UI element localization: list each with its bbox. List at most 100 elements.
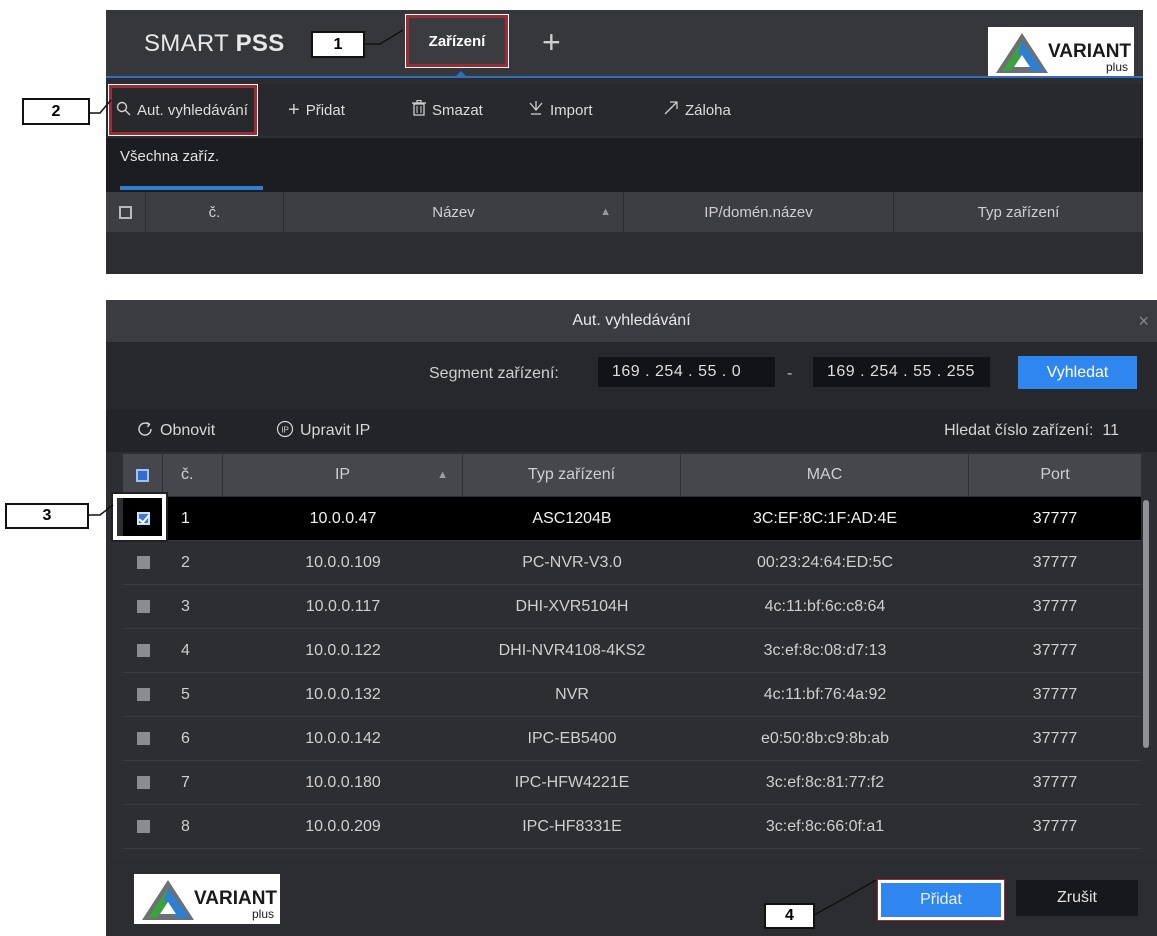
col-device-type[interactable]: Typ zařízení <box>894 192 1143 232</box>
tab-all-devices[interactable]: Všechna zaříz. <box>120 148 219 165</box>
row-checkbox[interactable] <box>123 541 163 584</box>
callout-4: 4 <box>764 903 815 929</box>
col-port[interactable]: Port <box>969 454 1141 496</box>
cell-no: 8 <box>181 817 190 835</box>
tab-underline <box>106 76 1143 78</box>
segment-to-input[interactable]: 169 . 254 . 55 . 255 <box>813 357 990 387</box>
toolbar: Aut. vyhledávání + Přidat Smazat Import … <box>106 84 1143 136</box>
cell-no: 7 <box>181 773 190 791</box>
checkbox-icon <box>136 644 150 657</box>
dialog-footer: VARIANT plus Přidat Zrušit <box>106 860 1157 936</box>
refresh-icon <box>136 420 154 443</box>
add-tab-button[interactable]: + <box>542 26 561 58</box>
search-results-header: č. IP ▲ Typ zařízení MAC Port <box>123 454 1141 496</box>
tab-indicator <box>455 71 467 77</box>
checkbox-icon <box>136 732 150 745</box>
select-all-checkbox[interactable] <box>106 192 146 232</box>
cell-mac: e0:50:8b:c9:8b:ab <box>760 729 890 747</box>
cell-mac: 3C:EF:8C:1F:AD:4E <box>752 509 898 527</box>
svg-text:IP: IP <box>281 425 289 434</box>
col-name[interactable]: Název ▲ <box>284 192 624 232</box>
dialog-title-bar: Aut. vyhledávání × <box>106 300 1157 342</box>
table-row[interactable]: 1 10.0.0.47 ASC1204B 3C:EF:8C:1F:AD:4E 37777 <box>123 497 1141 540</box>
cell-ip: 10.0.0.122 <box>305 641 381 659</box>
row-checkbox[interactable] <box>123 629 163 672</box>
col-ip[interactable]: IP ▲ <box>223 454 463 496</box>
delete-button[interactable]: Smazat <box>412 84 483 136</box>
cell-port: 37777 <box>1032 641 1078 659</box>
checkbox-highlight <box>111 492 168 542</box>
cell-type: DHI-NVR4108-4KS2 <box>498 641 646 659</box>
trash-icon <box>412 99 426 120</box>
checkbox-icon <box>136 776 150 789</box>
backup-label: Záloha <box>685 101 731 119</box>
cancel-button[interactable]: Zrušit <box>1016 880 1138 916</box>
row-checkbox[interactable] <box>123 717 163 760</box>
table-row[interactable]: 5 10.0.0.132 NVR 4c:11:bf:76:4a:92 37777 <box>123 673 1141 716</box>
cell-type: IPC-HFW4221E <box>514 773 630 791</box>
app-title: SMART PSS <box>144 30 285 57</box>
table-row[interactable]: 4 10.0.0.122 DHI-NVR4108-4KS2 3c:ef:8c:08:d… <box>123 629 1141 672</box>
variant-plus-logo: VARIANT plus <box>134 874 280 924</box>
delete-label: Smazat <box>432 101 483 119</box>
add-selected-label: Přidat <box>920 891 962 908</box>
title-bar: SMART PSS Zařízení + VARIANT plus <box>106 10 1143 77</box>
checkbox-icon <box>136 600 150 613</box>
variant-plus-logo: VARIANT plus <box>988 27 1134 77</box>
device-table-header: č. Název ▲ IP/domén.název Typ zařízení <box>106 192 1143 232</box>
cell-type: IPC-HF8331E <box>522 817 622 835</box>
refresh-button[interactable]: Obnovit <box>136 410 215 452</box>
cell-ip: 10.0.0.47 <box>309 509 377 527</box>
backup-button[interactable]: Záloha <box>663 84 731 136</box>
cell-port: 37777 <box>1032 597 1078 615</box>
table-row[interactable]: 7 10.0.0.180 IPC-HFW4221E 3c:ef:8c:81:77:f2… <box>123 761 1141 804</box>
cell-port: 37777 <box>1032 685 1078 703</box>
ip-icon: IP <box>276 420 294 443</box>
checkbox-icon <box>136 820 150 833</box>
segment-dash: - <box>787 365 793 382</box>
cell-no: 3 <box>181 597 190 615</box>
import-button[interactable]: Import <box>528 84 593 136</box>
svg-text:VARIANT: VARIANT <box>1048 41 1131 62</box>
search-results-list: 1 10.0.0.47 ASC1204B 3C:EF:8C:1F:AD:4E 37777… <box>123 497 1141 863</box>
close-icon[interactable]: × <box>1138 311 1149 332</box>
plus-icon: + <box>288 98 300 121</box>
cell-ip: 10.0.0.209 <box>305 817 381 835</box>
col-no[interactable]: č. <box>146 192 284 232</box>
add-button[interactable]: + Přidat <box>288 84 345 136</box>
found-count-text: Hledat číslo zařízení: 11 <box>944 422 1119 439</box>
cell-port: 37777 <box>1032 553 1078 571</box>
dialog-action-row: Obnovit IP Upravit IP Hledat číslo zaříz… <box>106 410 1157 452</box>
scrollbar-thumb[interactable] <box>1143 500 1149 748</box>
dialog-title: Aut. vyhledávání <box>572 312 691 329</box>
col-ip-domain[interactable]: IP/domén.název <box>624 192 894 232</box>
table-row[interactable]: 2 10.0.0.109 PC-NVR-V3.0 00:23:24:64:ED:5C 3… <box>123 541 1141 584</box>
edit-ip-button[interactable]: IP Upravit IP <box>276 410 370 452</box>
cell-port: 37777 <box>1032 509 1078 527</box>
row-checkbox[interactable] <box>123 805 163 848</box>
col-device-type[interactable]: Typ zařízení <box>463 454 681 496</box>
row-checkbox[interactable] <box>123 761 163 804</box>
main-window: SMART PSS Zařízení + VARIANT plus Aut. v… <box>106 10 1143 274</box>
row-checkbox[interactable] <box>123 585 163 628</box>
add-selected-button[interactable]: Přidat <box>878 880 1004 920</box>
cell-type: NVR <box>555 685 589 703</box>
checkbox-icon <box>136 688 150 701</box>
segment-from-input[interactable]: 169 . 254 . 55 . 0 <box>598 357 775 387</box>
tab-devices[interactable]: Zařízení <box>406 15 508 67</box>
search-button[interactable]: Vyhledat <box>1018 356 1137 389</box>
col-mac[interactable]: MAC <box>681 454 969 496</box>
select-all-checkbox[interactable] <box>123 454 163 496</box>
table-row[interactable]: 6 10.0.0.142 IPC-EB5400 e0:50:8b:c9:8b:ab 37… <box>123 717 1141 760</box>
table-row[interactable]: 8 10.0.0.209 IPC-HF8331E 3c:ef:8c:66:0f:a1 3… <box>123 805 1141 848</box>
row-checkbox[interactable] <box>123 673 163 716</box>
segment-row: Segment zařízení: 169 . 254 . 55 . 0 - 1… <box>106 342 1157 410</box>
table-row[interactable]: 3 10.0.0.117 DHI-XVR5104H 4c:11:bf:6c:c8:64… <box>123 585 1141 628</box>
cell-mac: 00:23:24:64:ED:5C <box>756 553 894 571</box>
cell-mac: 3c:ef:8c:08:d7:13 <box>763 641 887 659</box>
col-no[interactable]: č. <box>163 454 223 496</box>
cell-no: 4 <box>181 641 190 659</box>
cell-ip: 10.0.0.142 <box>305 729 381 747</box>
import-icon <box>528 100 544 120</box>
auto-search-button[interactable]: Aut. vyhledávání <box>109 85 257 135</box>
